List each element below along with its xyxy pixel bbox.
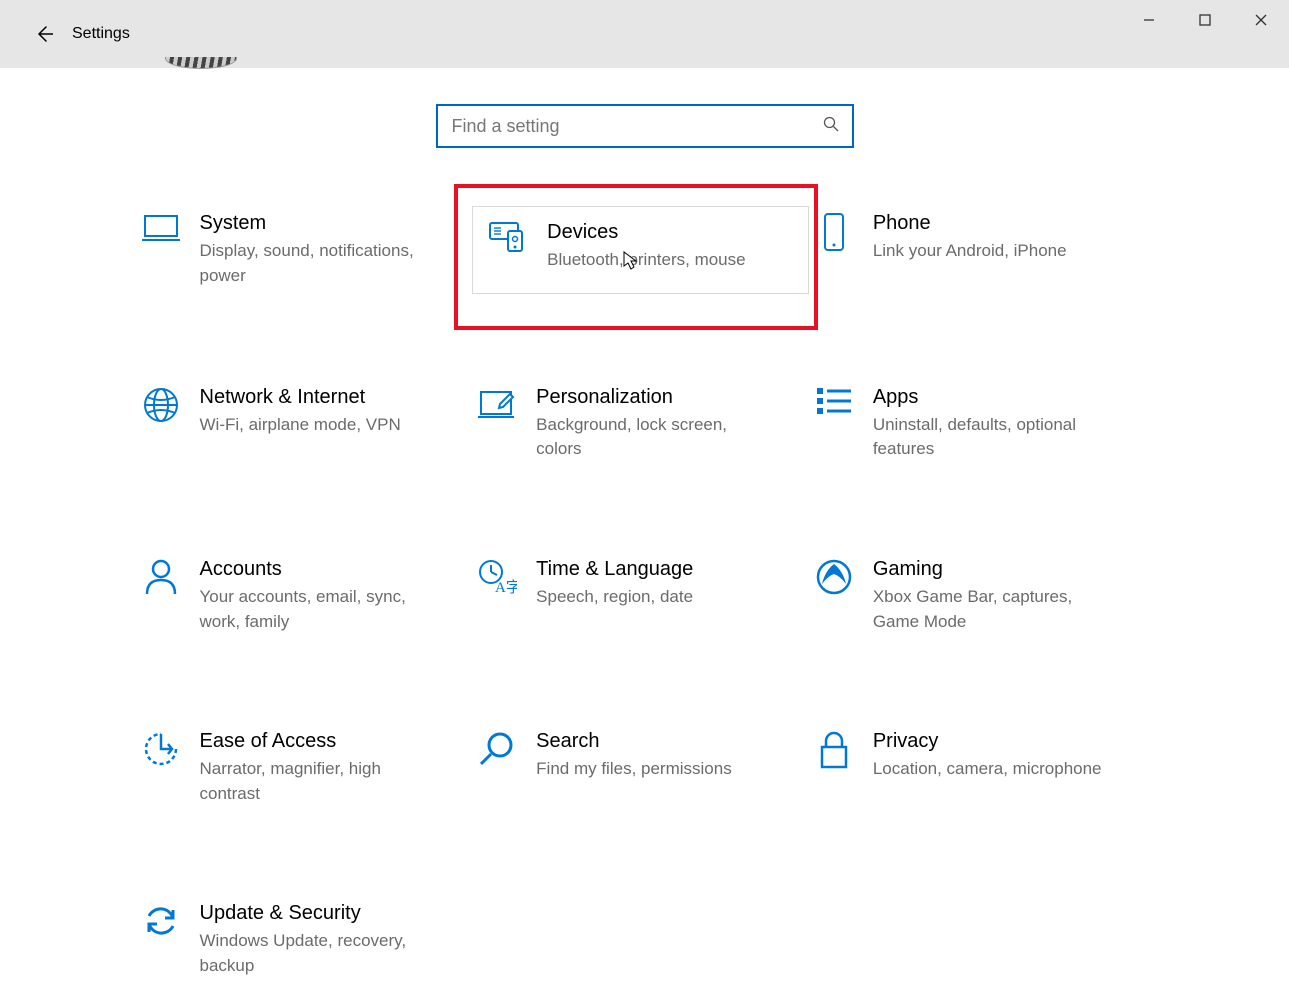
tile-desc: Narrator, magnifier, high contrast xyxy=(200,757,430,806)
tile-desc: Speech, region, date xyxy=(536,585,693,610)
tile-title: Gaming xyxy=(873,558,1103,581)
tile-devices[interactable]: Devices Bluetooth, printers, mouse xyxy=(487,221,797,273)
tile-network[interactable]: Network & Internet Wi-Fi, airplane mode,… xyxy=(140,382,450,466)
system-icon xyxy=(140,212,182,254)
tile-title: Time & Language xyxy=(536,558,693,581)
ease-of-access-icon xyxy=(140,730,182,772)
settings-grid: System Display, sound, notifications, po… xyxy=(140,208,1150,983)
tile-desc: Find my files, permissions xyxy=(536,757,732,782)
tile-desc: Wi-Fi, airplane mode, VPN xyxy=(200,413,401,438)
tile-title: Phone xyxy=(873,212,1067,235)
tile-title: Devices xyxy=(547,221,745,244)
tile-apps[interactable]: Apps Uninstall, defaults, optional featu… xyxy=(813,382,1123,466)
tile-title: Personalization xyxy=(536,386,766,409)
tile-desc: Location, camera, microphone xyxy=(873,757,1102,782)
tile-desc: Windows Update, recovery, backup xyxy=(200,929,430,978)
tile-title: Update & Security xyxy=(200,902,430,925)
accounts-icon xyxy=(140,558,182,600)
tile-title: Accounts xyxy=(200,558,430,581)
tile-desc: Xbox Game Bar, captures, Game Mode xyxy=(873,585,1103,634)
tile-title: Privacy xyxy=(873,730,1102,753)
search-icon xyxy=(822,115,840,138)
phone-icon xyxy=(813,212,855,254)
gaming-icon xyxy=(813,558,855,600)
minimize-button[interactable] xyxy=(1121,0,1177,40)
tile-title: Apps xyxy=(873,386,1103,409)
close-button[interactable] xyxy=(1233,0,1289,40)
tile-accounts[interactable]: Accounts Your accounts, email, sync, wor… xyxy=(140,554,450,638)
privacy-icon xyxy=(813,730,855,772)
maximize-button[interactable] xyxy=(1177,0,1233,40)
tile-system[interactable]: System Display, sound, notifications, po… xyxy=(140,208,450,294)
svg-text:A字: A字 xyxy=(495,579,517,596)
search-input[interactable] xyxy=(438,116,852,137)
search-tile-icon xyxy=(476,730,518,772)
time-language-icon: A字 xyxy=(476,558,518,600)
personalization-icon xyxy=(476,386,518,428)
tile-desc: Display, sound, notifications, power xyxy=(200,239,430,288)
tile-gaming[interactable]: Gaming Xbox Game Bar, captures, Game Mod… xyxy=(813,554,1123,638)
titlebar: Settings xyxy=(0,0,1289,68)
tile-desc: Bluetooth, printers, mouse xyxy=(547,248,745,273)
tile-desc: Uninstall, defaults, optional features xyxy=(873,413,1103,462)
tile-time-language[interactable]: A字 Time & Language Speech, region, date xyxy=(476,554,786,638)
back-button[interactable] xyxy=(24,14,64,54)
tile-desc: Background, lock screen, colors xyxy=(536,413,766,462)
tile-desc: Link your Android, iPhone xyxy=(873,239,1067,264)
tile-desc: Your accounts, email, sync, work, family xyxy=(200,585,430,634)
tile-title: Network & Internet xyxy=(200,386,401,409)
tile-title: Search xyxy=(536,730,732,753)
tile-personalization[interactable]: Personalization Background, lock screen,… xyxy=(476,382,786,466)
window-title: Settings xyxy=(72,25,130,43)
devices-icon xyxy=(487,221,529,263)
tile-update-security[interactable]: Update & Security Windows Update, recove… xyxy=(140,898,450,982)
search-box[interactable] xyxy=(436,104,854,148)
tile-devices-highlighted: Devices Bluetooth, printers, mouse xyxy=(454,184,818,330)
tile-ease-of-access[interactable]: Ease of Access Narrator, magnifier, high… xyxy=(140,726,450,810)
tile-title: System xyxy=(200,212,430,235)
tile-phone[interactable]: Phone Link your Android, iPhone xyxy=(813,208,1123,294)
tile-title: Ease of Access xyxy=(200,730,430,753)
update-icon xyxy=(140,902,182,944)
tile-privacy[interactable]: Privacy Location, camera, microphone xyxy=(813,726,1123,810)
network-icon xyxy=(140,386,182,428)
avatar-partial xyxy=(165,57,237,69)
apps-icon xyxy=(813,386,855,428)
tile-search[interactable]: Search Find my files, permissions xyxy=(476,726,786,810)
